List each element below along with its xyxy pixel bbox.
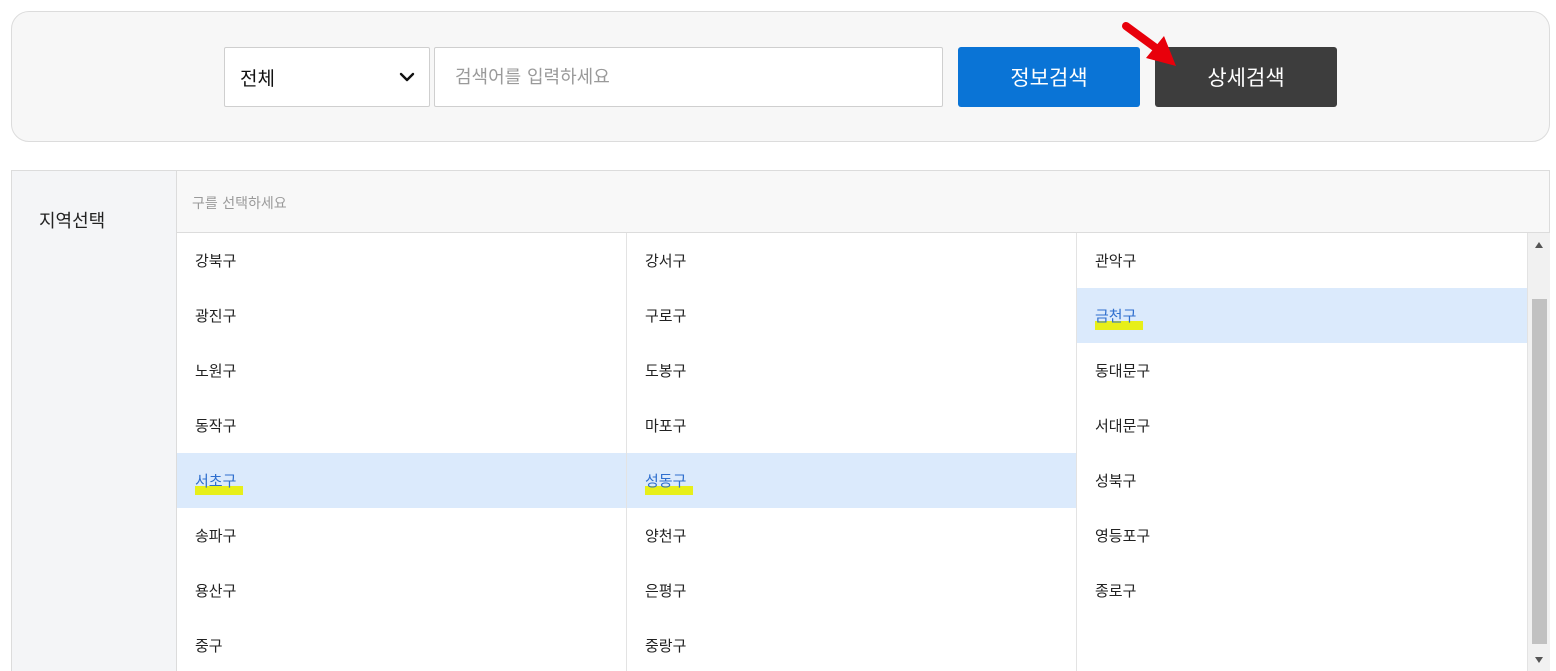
district-option[interactable]: 성북구	[1077, 453, 1528, 508]
district-option[interactable]: 금천구	[1077, 288, 1528, 343]
district-name: 양천구	[645, 527, 687, 545]
scrollbar[interactable]	[1528, 233, 1550, 671]
district-name: 은평구	[645, 582, 687, 600]
district-row: 노원구 도봉구 동대문구	[177, 343, 1528, 398]
region-hint: 구를 선택하세요	[192, 196, 287, 212]
district-name: 서대문구	[1095, 417, 1151, 435]
district-option[interactable]: 중랑구	[627, 618, 1077, 671]
district-option[interactable]: 강북구	[177, 233, 627, 288]
district-option[interactable]: 관악구	[1077, 233, 1528, 288]
district-row: 중구 중랑구	[177, 618, 1528, 671]
region-label-column: 지역선택	[12, 171, 177, 671]
district-name: 구로구	[645, 307, 687, 325]
district-name: 종로구	[1095, 582, 1137, 600]
district-name: 서초구	[195, 472, 237, 490]
district-name: 강서구	[645, 252, 687, 270]
district-name: 성동구	[645, 472, 687, 490]
category-select[interactable]: 전체	[224, 47, 430, 107]
district-name: 송파구	[195, 527, 237, 545]
district-name: 마포구	[645, 417, 687, 435]
district-option[interactable]: 도봉구	[627, 343, 1077, 398]
region-label: 지역선택	[39, 211, 106, 232]
district-name: 동작구	[195, 417, 237, 435]
district-name: 동대문구	[1095, 362, 1151, 380]
district-row: 용산구 은평구 종로구	[177, 563, 1528, 618]
district-row: 광진구 구로구 금천구	[177, 288, 1528, 343]
district-option[interactable]: 동대문구	[1077, 343, 1528, 398]
district-option[interactable]: 성동구	[627, 453, 1077, 508]
district-row: 강북구 강서구 관악구	[177, 233, 1528, 288]
district-option[interactable]: 양천구	[627, 508, 1077, 563]
district-option[interactable]: 중구	[177, 618, 627, 671]
district-name: 도봉구	[645, 362, 687, 380]
district-name: 관악구	[1095, 252, 1137, 270]
district-name: 용산구	[195, 582, 237, 600]
district-option[interactable]: 동작구	[177, 398, 627, 453]
district-option[interactable]: 종로구	[1077, 563, 1528, 618]
district-option[interactable]: 광진구	[177, 288, 627, 343]
district-grid: 강북구 강서구 관악구광진구 구로구 금천구노원구 도봉구 동대문구동작구 마포구 서대문구서초…	[177, 233, 1528, 671]
chevron-down-icon	[399, 72, 415, 82]
district-option[interactable]: 서초구	[177, 453, 627, 508]
district-option[interactable]: 영등포구	[1077, 508, 1528, 563]
district-option[interactable]: 구로구	[627, 288, 1077, 343]
district-empty-cell	[1077, 618, 1528, 671]
district-option[interactable]: 용산구	[177, 563, 627, 618]
district-name: 영등포구	[1095, 527, 1151, 545]
district-name: 강북구	[195, 252, 237, 270]
category-select-value: 전체	[240, 67, 275, 90]
region-hint-bar: 구를 선택하세요	[177, 171, 1549, 233]
district-row: 서초구 성동구 성북구	[177, 453, 1528, 508]
district-name: 중구	[195, 637, 223, 655]
district-row: 동작구 마포구 서대문구	[177, 398, 1528, 453]
region-panel: 지역선택 구를 선택하세요 강북구 강서구 관악구광진구 구로구 금천구노원구 도봉구 동대…	[11, 170, 1550, 671]
district-option[interactable]: 마포구	[627, 398, 1077, 453]
info-search-button[interactable]: 정보검색	[958, 47, 1140, 107]
scroll-thumb[interactable]	[1532, 299, 1547, 644]
district-name: 광진구	[195, 307, 237, 325]
scroll-up-arrow-icon[interactable]	[1534, 241, 1544, 249]
search-input[interactable]	[434, 47, 943, 107]
district-option[interactable]: 서대문구	[1077, 398, 1528, 453]
district-name: 성북구	[1095, 472, 1137, 490]
red-arrow-icon	[1122, 22, 1176, 66]
district-name: 금천구	[1095, 307, 1137, 325]
district-option[interactable]: 강서구	[627, 233, 1077, 288]
district-option[interactable]: 은평구	[627, 563, 1077, 618]
district-option[interactable]: 노원구	[177, 343, 627, 398]
district-option[interactable]: 송파구	[177, 508, 627, 563]
scroll-down-arrow-icon[interactable]	[1534, 656, 1544, 664]
district-name: 노원구	[195, 362, 237, 380]
district-row: 송파구 양천구 영등포구	[177, 508, 1528, 563]
district-name: 중랑구	[645, 637, 687, 655]
